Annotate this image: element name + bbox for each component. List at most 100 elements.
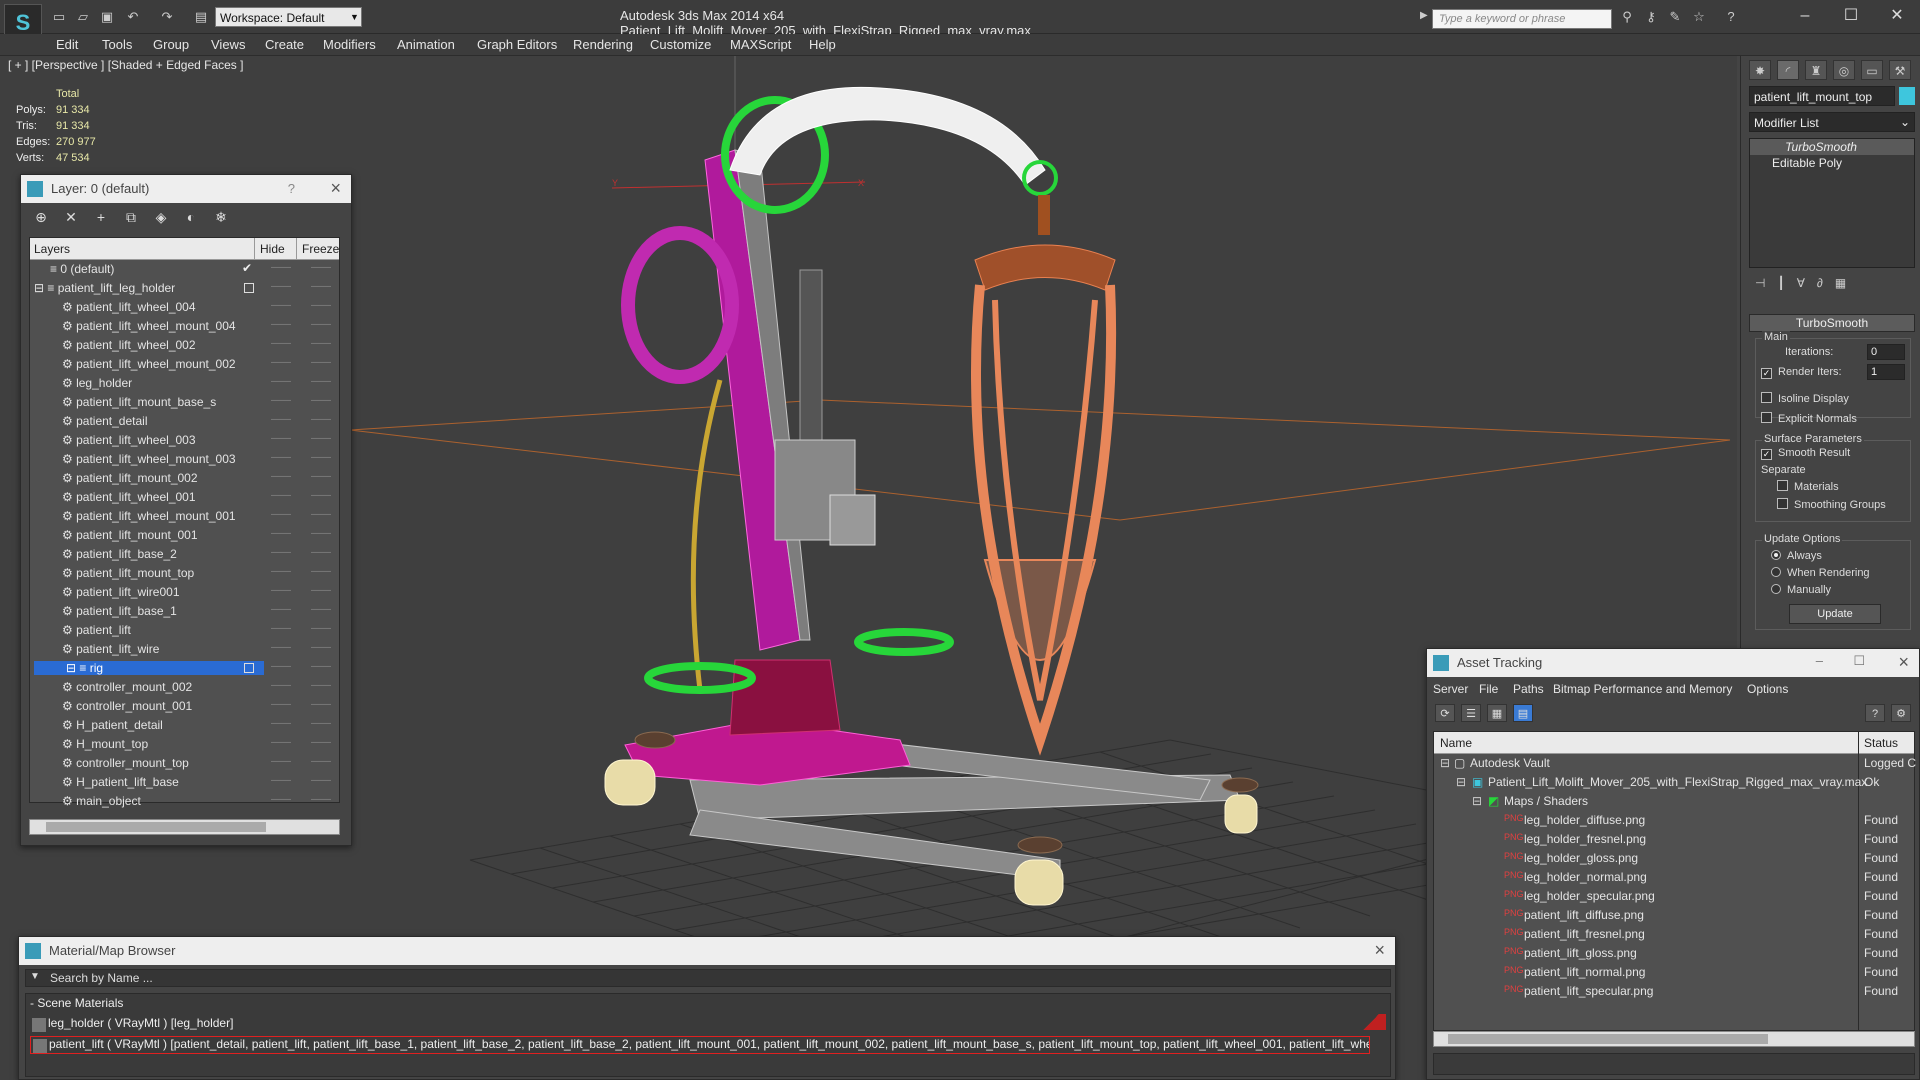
- layer-row[interactable]: ⚙ patient_lift_wire —— ——: [30, 640, 339, 659]
- layer-row[interactable]: ≡ 0 (default) ✔ —— ——: [30, 260, 339, 279]
- freeze-toggle[interactable]: ——: [311, 718, 331, 729]
- freeze-toggle[interactable]: ——: [311, 547, 331, 558]
- scene-materials-header[interactable]: - Scene Materials: [30, 996, 1330, 1014]
- freeze-toggle[interactable]: ——: [311, 661, 331, 672]
- layer-list-scrollbar[interactable]: [29, 819, 340, 835]
- freeze-toggle[interactable]: ——: [311, 794, 331, 805]
- close-icon[interactable]: ×: [1898, 652, 1909, 673]
- freeze-toggle[interactable]: ——: [311, 452, 331, 463]
- hide-toggle[interactable]: ——: [271, 395, 291, 406]
- redo-icon[interactable]: ↷: [158, 9, 176, 25]
- set-current-checkbox[interactable]: [244, 283, 254, 293]
- hide-toggle[interactable]: ——: [271, 680, 291, 691]
- chevron-down-icon[interactable]: ▼: [347, 7, 362, 27]
- set-current-checkbox[interactable]: [244, 663, 254, 673]
- minimize-icon[interactable]: –: [1816, 653, 1823, 668]
- layer-row[interactable]: ⚙ patient_lift_wheel_mount_003 —— ——: [30, 450, 339, 469]
- layer-row-selected[interactable]: ⊟ ≡ rig —— ——: [30, 659, 339, 678]
- maximize-icon[interactable]: ☐: [1853, 653, 1865, 669]
- undo-icon[interactable]: ↶: [124, 9, 142, 25]
- layer-list[interactable]: Layers Hide Freeze ≡ 0 (default) ✔ —— —— ⊟ …: [29, 237, 340, 808]
- menu-server[interactable]: Server: [1433, 682, 1468, 696]
- settings-icon[interactable]: ⚙: [1891, 704, 1911, 722]
- layer-row[interactable]: ⚙ patient_lift_wire001 —— ——: [30, 583, 339, 602]
- configure-sets-icon[interactable]: ▦: [1835, 276, 1846, 294]
- hide-toggle[interactable]: ——: [271, 433, 291, 444]
- freeze-toggle[interactable]: ——: [311, 737, 331, 748]
- hide-toggle[interactable]: ——: [271, 319, 291, 330]
- remove-modifier-icon[interactable]: ∂: [1817, 276, 1823, 294]
- hide-toggle[interactable]: ——: [271, 566, 291, 577]
- freeze-toggle[interactable]: ——: [311, 395, 331, 406]
- menu-customize[interactable]: Customize: [650, 37, 711, 52]
- asset-list-scrollbar[interactable]: [1433, 1031, 1915, 1047]
- close-icon[interactable]: ×: [330, 178, 341, 199]
- freeze-toggle[interactable]: ——: [311, 281, 331, 292]
- layer-row[interactable]: ⚙ patient_lift_mount_base_s —— ——: [30, 393, 339, 412]
- modify-tab-icon[interactable]: ◜: [1777, 60, 1799, 80]
- menu-paths[interactable]: Paths: [1513, 682, 1544, 696]
- freeze-toggle[interactable]: ——: [311, 623, 331, 634]
- utilities-tab-icon[interactable]: ⚒: [1889, 60, 1911, 80]
- asset-row[interactable]: ⊟ ◩ Maps / Shaders: [1434, 792, 1914, 811]
- hide-toggle[interactable]: ——: [271, 794, 291, 805]
- list-view-icon[interactable]: ☰: [1461, 704, 1481, 722]
- pin-stack-icon[interactable]: ⊣: [1755, 276, 1765, 294]
- help-icon[interactable]: ?: [1722, 9, 1740, 25]
- create-layer-icon[interactable]: ⊕: [31, 209, 51, 227]
- layer-row[interactable]: ⚙ controller_mount_top —— ——: [30, 754, 339, 773]
- layer-row[interactable]: ⚙ patient_lift_wheel_mount_001 —— ——: [30, 507, 339, 526]
- freeze-toggle[interactable]: ——: [311, 433, 331, 444]
- hide-toggle[interactable]: ——: [271, 490, 291, 501]
- delete-layer-icon[interactable]: ✕: [61, 209, 81, 227]
- layer-manager-title-bar[interactable]: Layer: 0 (default) ? ×: [21, 175, 351, 203]
- stack-item-editable-poly[interactable]: Editable Poly: [1750, 155, 1914, 171]
- freeze-toggle[interactable]: ——: [311, 566, 331, 577]
- hide-all-icon[interactable]: ◐: [181, 209, 201, 227]
- layer-row[interactable]: ⚙ patient_lift_wheel_mount_002 —— ——: [30, 355, 339, 374]
- menu-maxscript[interactable]: MAXScript: [730, 37, 791, 52]
- hide-toggle[interactable]: ——: [271, 585, 291, 596]
- materials-checkbox[interactable]: [1777, 480, 1788, 491]
- layer-row[interactable]: ⚙ patient_lift_mount_002 —— ——: [30, 469, 339, 488]
- always-radio[interactable]: [1771, 550, 1781, 560]
- create-tab-icon[interactable]: ✸: [1749, 60, 1771, 80]
- modifier-list-dropdown[interactable]: Modifier List ⌄: [1749, 112, 1915, 132]
- column-name[interactable]: Name: [1440, 736, 1472, 750]
- asset-row[interactable]: PNG patient_lift_gloss.png Found: [1434, 944, 1914, 963]
- hide-toggle[interactable]: ——: [271, 357, 291, 368]
- help-icon[interactable]: ?: [1865, 704, 1885, 722]
- layer-row[interactable]: ⚙ patient_lift_base_1 —— ——: [30, 602, 339, 621]
- hide-toggle[interactable]: ——: [271, 414, 291, 425]
- hide-toggle[interactable]: ——: [271, 604, 291, 615]
- hide-toggle[interactable]: ——: [271, 300, 291, 311]
- freeze-toggle[interactable]: ——: [311, 300, 331, 311]
- freeze-toggle[interactable]: ——: [311, 319, 331, 330]
- iterations-spinner[interactable]: 0: [1867, 344, 1905, 360]
- layer-row[interactable]: ⚙ patient_lift_base_2 —— ——: [30, 545, 339, 564]
- freeze-toggle[interactable]: ——: [311, 509, 331, 520]
- layer-row[interactable]: ⚙ controller_mount_001 —— ——: [30, 697, 339, 716]
- highlight-layer-icon[interactable]: ◈: [151, 209, 171, 227]
- asset-row[interactable]: PNG patient_lift_specular.png Found: [1434, 982, 1914, 1001]
- material-item-selected[interactable]: patient_lift ( VRayMtl ) [patient_detail…: [30, 1036, 1370, 1054]
- new-file-icon[interactable]: ▭: [50, 9, 68, 25]
- layer-row[interactable]: ⚙ leg_holder —— ——: [30, 374, 339, 393]
- object-color-swatch[interactable]: [1899, 87, 1915, 105]
- update-button[interactable]: Update: [1789, 604, 1881, 624]
- freeze-toggle[interactable]: ——: [311, 262, 331, 273]
- asset-row[interactable]: ⊟ ▢ Autodesk Vault Logged C: [1434, 754, 1916, 773]
- isoline-checkbox[interactable]: [1761, 392, 1772, 403]
- table-view-icon[interactable]: ▤: [1513, 704, 1533, 722]
- refresh-icon[interactable]: ⟳: [1435, 704, 1455, 722]
- hide-toggle[interactable]: ——: [271, 471, 291, 482]
- layer-row[interactable]: ⚙ patient_lift_wheel_mount_004 —— ——: [30, 317, 339, 336]
- stack-item-turbosmooth[interactable]: TurboSmooth: [1750, 139, 1914, 155]
- thumbnail-view-icon[interactable]: ▦: [1487, 704, 1507, 722]
- render-iters-checkbox[interactable]: ✓: [1761, 368, 1772, 379]
- smooth-result-checkbox[interactable]: ✓: [1761, 449, 1772, 460]
- hide-toggle[interactable]: ——: [271, 528, 291, 539]
- freeze-toggle[interactable]: ——: [311, 471, 331, 482]
- search-expand-icon[interactable]: ▶: [1420, 10, 1428, 21]
- layer-row[interactable]: ⚙ main_object —— ——: [30, 792, 339, 811]
